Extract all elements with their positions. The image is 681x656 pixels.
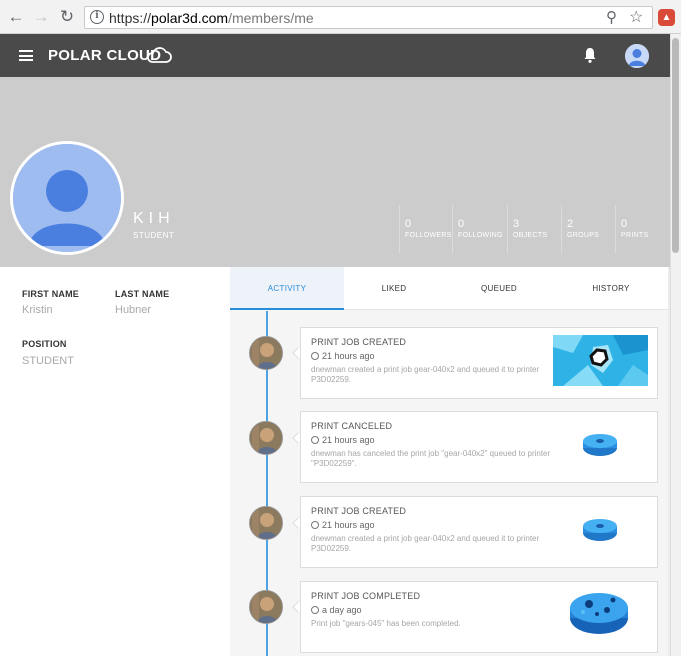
activity-user-avatar[interactable] xyxy=(249,590,283,624)
clock-icon xyxy=(311,352,319,360)
gear-render-thumbnail[interactable] xyxy=(553,335,648,386)
tab-bar: ACTIVITY LIKED QUEUED HISTORY xyxy=(230,267,668,310)
tab-queued[interactable]: QUEUED xyxy=(444,267,554,310)
profile-role: STUDENT xyxy=(133,231,175,240)
stat-label: FOLLOWING xyxy=(458,232,503,239)
activity-panel: ACTIVITY LIKED QUEUED HISTORY PRINT JOB … xyxy=(230,267,668,656)
zoom-icon[interactable]: ⚲ xyxy=(606,8,617,26)
activity-user-avatar[interactable] xyxy=(249,336,283,370)
activity-time: 21 hours ago xyxy=(311,520,375,530)
activity-title: PRINT JOB COMPLETED xyxy=(311,591,421,601)
stat-followers[interactable]: 0 FOLLOWERS xyxy=(399,205,452,253)
bookmark-star-icon[interactable]: ☆ xyxy=(629,7,643,27)
activity-time: 21 hours ago xyxy=(311,435,375,445)
address-bar[interactable]: i https://polar3d.com/members/me ⚲ ☆ xyxy=(84,6,653,29)
url-scheme: https:// xyxy=(109,10,152,26)
activity-time-text: 21 hours ago xyxy=(322,520,375,530)
activity-time: a day ago xyxy=(311,605,362,615)
activity-description: dnewman created a print job gear-040x2 a… xyxy=(311,365,540,384)
stat-value: 0 xyxy=(621,218,628,230)
activity-card[interactable]: PRINT JOB CREATED 21 hours ago dnewman c… xyxy=(300,496,658,568)
activity-user-avatar[interactable] xyxy=(249,506,283,540)
url-text: https://polar3d.com/members/me xyxy=(109,10,314,26)
activity-description: Print job "gears-045" has been completed… xyxy=(311,619,461,628)
activity-time: 21 hours ago xyxy=(311,351,375,361)
activity-card[interactable]: PRINT JOB COMPLETED a day ago Print job … xyxy=(300,581,658,653)
clock-icon xyxy=(311,436,319,444)
forward-icon[interactable]: → xyxy=(31,7,51,27)
stat-prints[interactable]: 0 PRINTS xyxy=(615,205,663,253)
activity-description: dnewman has canceled the print job "gear… xyxy=(311,449,551,468)
clock-icon xyxy=(311,606,319,614)
stat-label: FOLLOWERS xyxy=(405,232,452,239)
last-name-value: Hubner xyxy=(115,304,152,316)
activity-title: PRINT CANCELED xyxy=(311,421,393,431)
activity-title: PRINT JOB CREATED xyxy=(311,506,407,516)
stat-label: OBJECTS xyxy=(513,232,548,239)
url-host: polar3d.com xyxy=(151,10,229,26)
gear-model-thumbnail[interactable] xyxy=(582,518,618,542)
scrollbar-thumb[interactable] xyxy=(672,38,679,253)
position-label: POSITION xyxy=(22,339,67,349)
first-name-label: FIRST NAME xyxy=(22,289,79,299)
stat-objects[interactable]: 3 OBJECTS xyxy=(507,205,561,253)
tab-liked[interactable]: LIKED xyxy=(344,267,444,310)
info-icon[interactable]: i xyxy=(90,10,104,24)
gear-model-thumbnail[interactable] xyxy=(582,433,618,457)
stat-value: 2 xyxy=(567,218,574,230)
clock-icon xyxy=(311,521,319,529)
reload-icon[interactable]: ↻ xyxy=(57,7,77,27)
extension-icon[interactable]: ▲ xyxy=(658,9,675,26)
url-path: /members/me xyxy=(228,10,314,26)
activity-card[interactable]: PRINT JOB CREATED 21 hours ago dnewman c… xyxy=(300,327,658,399)
app-header: POLAR CLOUD xyxy=(0,34,670,77)
profile-avatar xyxy=(10,141,124,255)
browser-toolbar: ← → ↻ i https://polar3d.com/members/me ⚲… xyxy=(0,0,681,34)
stat-value: 3 xyxy=(513,218,520,230)
profile-name: KIH xyxy=(133,210,175,227)
stat-label: PRINTS xyxy=(621,232,649,239)
gears-model-thumbnail[interactable] xyxy=(569,590,629,636)
user-avatar[interactable] xyxy=(625,44,649,68)
activity-user-avatar[interactable] xyxy=(249,421,283,455)
profile-details-panel: FIRST NAME Kristin LAST NAME Hubner POSI… xyxy=(0,267,230,656)
menu-icon[interactable] xyxy=(19,50,33,61)
stat-value: 0 xyxy=(458,218,465,230)
tab-history[interactable]: HISTORY xyxy=(554,267,668,310)
cloud-logo-icon xyxy=(147,47,172,63)
activity-description: dnewman created a print job gear-040x2 a… xyxy=(311,534,540,553)
activity-title: PRINT JOB CREATED xyxy=(311,337,407,347)
app-logo[interactable]: POLAR CLOUD xyxy=(48,47,161,64)
stat-value: 0 xyxy=(405,218,412,230)
back-icon[interactable]: ← xyxy=(6,7,26,27)
notifications-bell-icon[interactable] xyxy=(582,46,598,64)
stat-label: GROUPS xyxy=(567,232,600,239)
last-name-label: LAST NAME xyxy=(115,289,170,299)
activity-card[interactable]: PRINT CANCELED 21 hours ago dnewman has … xyxy=(300,411,658,483)
activity-time-text: 21 hours ago xyxy=(322,351,375,361)
tab-activity[interactable]: ACTIVITY xyxy=(230,267,344,310)
stat-following[interactable]: 0 FOLLOWING xyxy=(452,205,507,253)
first-name-value: Kristin xyxy=(22,304,53,316)
activity-time-text: a day ago xyxy=(322,605,362,615)
activity-time-text: 21 hours ago xyxy=(322,435,375,445)
stat-groups[interactable]: 2 GROUPS xyxy=(561,205,615,253)
position-value: STUDENT xyxy=(22,355,74,367)
